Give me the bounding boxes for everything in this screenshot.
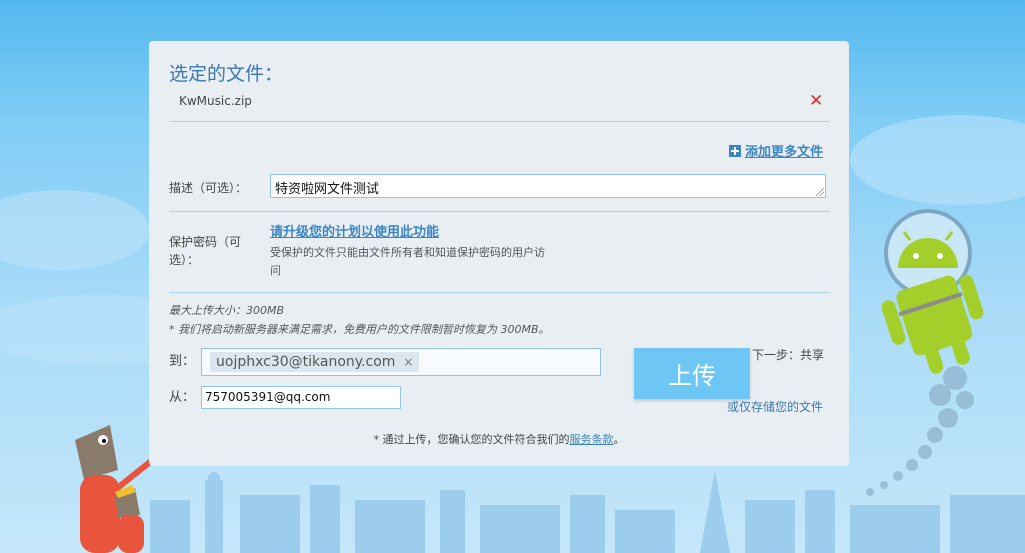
from-label: 从： <box>169 390 196 405</box>
red-characters <box>75 425 153 553</box>
add-more-files-link[interactable]: 添加更多文件 <box>729 141 823 160</box>
store-only-link[interactable]: 或仅存储您的文件 <box>727 398 823 415</box>
sender-email-field[interactable]: 757005391@qq.com <box>201 386 401 409</box>
password-note: 受保护的文件只能由文件所有者和知道保护密码的用户访 问 <box>270 244 580 280</box>
server-notice: * 我们将启动新服务器来满足需求，免费用户的文件限制暂时恢复为 300MB。 <box>169 323 550 336</box>
terms-suffix: 。 <box>613 433 625 446</box>
description-value: 特资啦网文件测试 <box>275 182 380 197</box>
max-upload-size: 最大上传大小：300MB <box>169 304 285 317</box>
password-label-line1: 保护密码（可 <box>169 235 242 249</box>
remove-file-button[interactable]: ✕ <box>809 91 823 111</box>
upgrade-plan-link[interactable]: 请升级您的计划以使用此功能 <box>270 221 439 240</box>
recipient-chip: uojphxc30@tikanony.com × <box>210 352 420 372</box>
remove-recipient-icon[interactable]: × <box>403 355 413 369</box>
sender-email-value: 757005391@qq.com <box>205 390 331 404</box>
password-note-line2: 问 <box>270 264 281 277</box>
recipient-input[interactable]: uojphxc30@tikanony.com × <box>201 348 601 376</box>
password-note-line1: 受保护的文件只能由文件所有者和知道保护密码的用户访 <box>270 246 545 259</box>
next-step-label: 下一步：共享 <box>752 348 825 362</box>
upload-panel: 选定的文件： KwMusic.zip ✕ 添加更多文件 描述（可选）： 特资啦网… <box>149 41 849 466</box>
terms-notice: * 通过上传，您确认您的文件符合我们的服务条款。 <box>149 431 849 447</box>
password-label: 保护密码（可 选）： <box>169 233 241 269</box>
selected-file-name: KwMusic.zip <box>179 94 252 108</box>
city-skyline <box>150 470 1025 553</box>
plus-icon <box>729 144 741 157</box>
add-more-files-label: 添加更多文件 <box>745 145 824 160</box>
divider <box>169 292 829 293</box>
terms-prefix: * 通过上传，您确认您的文件符合我们的 <box>373 433 570 446</box>
panel-title: 选定的文件： <box>169 63 284 85</box>
resize-grip-icon[interactable] <box>816 188 824 196</box>
description-label: 描述（可选）： <box>169 181 248 195</box>
divider <box>169 121 829 122</box>
terms-of-service-link[interactable]: 服务条款 <box>570 433 614 446</box>
divider <box>169 211 829 212</box>
description-textarea[interactable]: 特资啦网文件测试 <box>270 174 826 198</box>
password-label-line2: 选）： <box>169 253 200 267</box>
to-label: 到： <box>169 354 196 369</box>
android-mascot <box>881 209 984 374</box>
smoke-trail <box>866 366 974 496</box>
upload-button[interactable]: 上传 <box>634 348 750 399</box>
recipient-email: uojphxc30@tikanony.com <box>216 354 396 370</box>
